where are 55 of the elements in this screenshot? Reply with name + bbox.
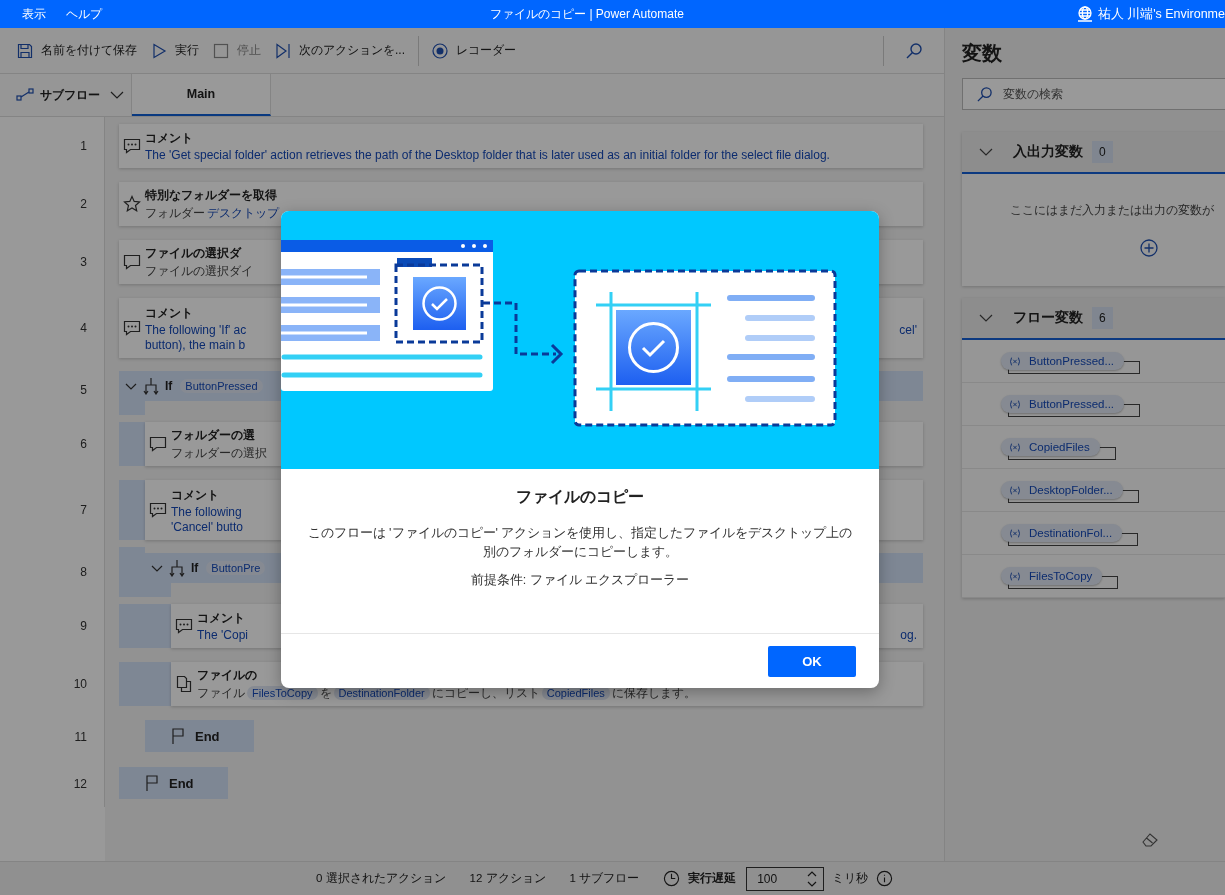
status-text: 1 サブフロー	[569, 871, 640, 886]
empty-message: ここにはまだ入力または出力の変数が	[1010, 202, 1214, 219]
description-text: The 'Get special folder' action retrieves the path of the Desktop folder that is later used as an initial folder for the select file dialog.	[145, 148, 830, 162]
description-text: cel'	[899, 322, 917, 337]
description-text: The following	[171, 504, 242, 519]
action-title: コメント	[145, 130, 193, 147]
if-keyword: If	[191, 561, 199, 575]
window-title: ファイルのコピー | Power Automate	[489, 5, 685, 23]
delay-label: 実行遅延	[688, 871, 737, 886]
line-number: 12	[73, 776, 87, 791]
action-title: 特別なフォルダーを取得	[145, 186, 277, 204]
line-number: 11	[74, 729, 87, 744]
line-number: 2	[80, 197, 87, 211]
description-text: にコピーし、リスト	[431, 684, 540, 702]
description-text: を	[319, 684, 332, 702]
status-text: 0 選択されたアクション	[316, 871, 446, 886]
description-text: デスクトップ	[207, 204, 279, 222]
line-number: 1	[80, 139, 87, 153]
description-text: The 'Copi	[197, 628, 248, 642]
description-text: に保存します。	[611, 684, 696, 702]
panel-title: 変数	[962, 41, 1003, 66]
description-text: ファイル	[197, 684, 245, 702]
end-label: End	[195, 728, 220, 744]
dialog-prerequisite: 前提条件: ファイル エクスプローラー	[470, 571, 690, 589]
action-title: フォルダーの選	[171, 426, 255, 444]
description-text: フォルダー	[145, 204, 205, 222]
action-title: コメント	[145, 304, 193, 322]
section-title: フロー変数	[1013, 309, 1083, 327]
description-text: button), the main b	[145, 337, 246, 352]
action-title: ファイルの	[197, 666, 257, 684]
line-number: 4	[80, 321, 87, 335]
line-number: 9	[80, 619, 87, 633]
description-text: ファイルの選択ダイ	[145, 262, 253, 280]
end-label: End	[169, 775, 194, 791]
if-keyword: If	[165, 379, 173, 393]
description-text: フォルダーの選択	[171, 444, 267, 462]
line-number: 5	[80, 383, 87, 397]
section-title: 入出力変数	[1013, 143, 1083, 161]
description-text: The following 'If' ac	[145, 322, 247, 337]
action-title: コメント	[171, 486, 219, 504]
description-text: og.	[900, 628, 917, 642]
line-number: 6	[80, 437, 87, 451]
action-title: ファイルの選択ダ	[145, 244, 241, 262]
dialog-message: このフローは 'ファイルのコピー' アクションを使用し、指定したファイルをデスクトップ上の別のフォルダーにコピーします。	[307, 525, 853, 562]
line-number: 7	[80, 503, 87, 517]
description-text: 'Cancel' butto	[171, 519, 243, 534]
unit-label: ミリ秒	[832, 871, 869, 886]
dialog-title: ファイルのコピー	[516, 487, 644, 507]
line-number: 8	[80, 565, 87, 579]
line-number: 10	[73, 677, 87, 691]
line-number: 3	[80, 255, 87, 269]
count-badge: 6	[1092, 307, 1113, 329]
status-text: 12 アクション	[469, 871, 546, 886]
count-badge: 0	[1092, 141, 1113, 163]
action-title: コメント	[197, 610, 245, 627]
